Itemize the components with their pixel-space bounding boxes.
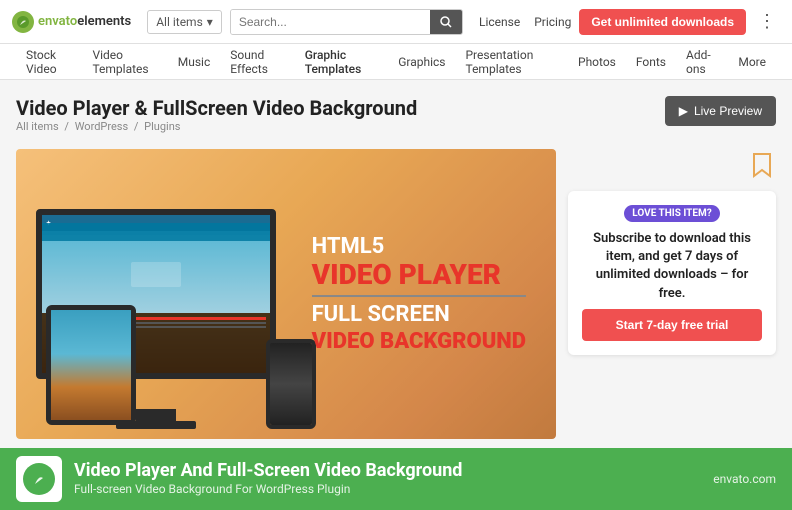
bottom-bar: Video Player And Full-Screen Video Backg…: [0, 448, 792, 510]
preview-text-overlay: HTML5 VIDEO PLAYER FULL SCREEN VIDEO BAC…: [312, 234, 526, 354]
bookmark-icon: [752, 152, 772, 178]
device-mockup: ✦: [36, 209, 336, 439]
logo: envatoelements: [12, 11, 131, 33]
page-title: Video Player & FullScreen Video Backgrou…: [16, 96, 417, 120]
nav-sound-effects[interactable]: Sound Effects: [220, 44, 295, 80]
bottom-title: Video Player And Full-Screen Video Backg…: [74, 460, 701, 482]
nav-add-ons[interactable]: Add-ons: [676, 44, 728, 80]
breadcrumb-plugins[interactable]: Plugins: [144, 120, 180, 133]
filter-label: All items: [156, 15, 203, 29]
phone-screen: [270, 343, 312, 425]
nav-video-templates[interactable]: Video Templates: [82, 44, 167, 80]
leaf-icon: [16, 15, 30, 29]
more-menu-button[interactable]: ⋮: [754, 11, 780, 32]
chevron-down-icon: ▾: [207, 15, 213, 29]
search-bar: [230, 9, 463, 35]
preview-inner: ✦: [16, 149, 556, 439]
nav-stock-video[interactable]: Stock Video: [16, 44, 82, 80]
bottom-logo-inner: [23, 463, 55, 495]
filter-dropdown[interactable]: All items ▾: [147, 10, 222, 34]
breadcrumb-all-items[interactable]: All items: [16, 120, 59, 133]
preview-area: ✦: [16, 149, 556, 439]
pricing-link[interactable]: Pricing: [534, 15, 571, 29]
license-link[interactable]: License: [479, 15, 520, 29]
search-icon: [440, 16, 452, 28]
bottom-text-group: Video Player And Full-Screen Video Backg…: [74, 460, 701, 497]
tablet-screen: [51, 310, 131, 420]
nav-photos[interactable]: Photos: [568, 44, 626, 80]
start-trial-button[interactable]: Start 7-day free trial: [582, 309, 762, 341]
preview-video-bg-text: VIDEO BACKGROUND: [312, 330, 526, 354]
bottom-logo: [16, 456, 62, 502]
cta-box: LOVE THIS ITEM? Subscribe to download th…: [568, 191, 776, 355]
preview-full-screen-text: FULL SCREEN: [312, 301, 526, 330]
bottom-subtitle: Full-screen Video Background For WordPre…: [74, 482, 701, 498]
bottom-domain: envato.com: [713, 472, 776, 486]
nav-bar: Stock Video Video Templates Music Sound …: [0, 44, 792, 80]
breadcrumb: All items / WordPress / Plugins: [16, 120, 417, 133]
logo-icon: [12, 11, 34, 33]
bookmark-button[interactable]: [748, 149, 776, 181]
right-panel: LOVE THIS ITEM? Subscribe to download th…: [568, 149, 776, 355]
preview-video-player-text: VIDEO PLAYER: [312, 260, 526, 291]
nav-graphics[interactable]: Graphics: [388, 44, 455, 80]
page-title-section: Video Player & FullScreen Video Backgrou…: [16, 96, 776, 143]
nav-music[interactable]: Music: [168, 44, 220, 80]
nav-more[interactable]: More: [728, 44, 776, 80]
breadcrumb-sep-1: /: [64, 120, 71, 133]
content-row: ✦: [16, 149, 776, 439]
title-group: Video Player & FullScreen Video Backgrou…: [16, 96, 417, 143]
live-preview-label: Live Preview: [694, 104, 762, 118]
nav-presentation-templates[interactable]: Presentation Templates: [455, 44, 568, 80]
breadcrumb-sep-2: /: [134, 120, 141, 133]
bottom-leaf-icon: [29, 469, 49, 489]
preview-divider: [312, 295, 526, 297]
search-button[interactable]: [430, 10, 462, 34]
phone-mockup: [266, 339, 316, 429]
get-unlimited-button[interactable]: Get unlimited downloads: [579, 9, 746, 35]
live-preview-button[interactable]: ▶ Live Preview: [665, 96, 776, 126]
nav-fonts[interactable]: Fonts: [626, 44, 676, 80]
live-preview-icon: ▶: [679, 104, 688, 118]
search-input[interactable]: [231, 10, 430, 34]
tablet-mockup: [46, 305, 136, 425]
monitor-stand: [136, 409, 176, 421]
preview-html5-text: HTML5: [312, 234, 526, 260]
header: envatoelements All items ▾ License Prici…: [0, 0, 792, 44]
main-content: Video Player & FullScreen Video Backgrou…: [0, 80, 792, 439]
love-badge: LOVE THIS ITEM?: [624, 205, 719, 222]
logo-text: envatoelements: [38, 14, 131, 29]
breadcrumb-wordpress[interactable]: WordPress: [75, 120, 128, 133]
header-nav-links: License Pricing: [479, 15, 571, 29]
cta-title: Subscribe to download this item, and get…: [582, 230, 762, 303]
nav-graphic-templates[interactable]: Graphic Templates: [295, 44, 388, 80]
